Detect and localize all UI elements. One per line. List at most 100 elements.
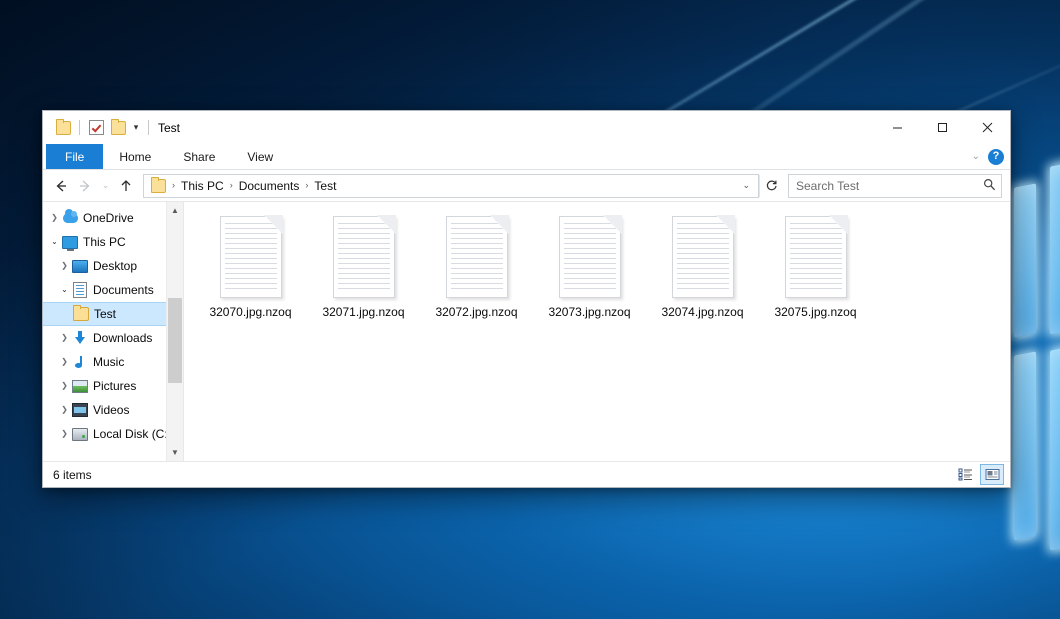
help-icon[interactable]: ? (988, 149, 1004, 165)
documents-icon (72, 282, 88, 298)
videos-icon (72, 402, 88, 418)
expand-ribbon-chevron-down-icon[interactable]: ⌄ (972, 151, 980, 162)
item-count-label: 6 items (53, 468, 92, 482)
up-button[interactable] (114, 174, 138, 198)
file-list-pane[interactable]: 32070.jpg.nzoq 32071.jpg.nzoq (184, 202, 1010, 461)
close-button[interactable] (965, 111, 1010, 144)
sidebar-item-label: Local Disk (C:) (93, 427, 172, 441)
tab-home[interactable]: Home (103, 144, 167, 169)
file-name-label: 32072.jpg.nzoq (435, 305, 517, 319)
explorer-body: ❯ OneDrive ⌄ This PC ❯ Desktop (43, 201, 1010, 461)
chevron-right-icon[interactable]: ❯ (57, 262, 72, 270)
properties-icon[interactable] (85, 117, 107, 139)
generic-document-icon (446, 216, 508, 298)
new-folder-icon[interactable] (107, 117, 129, 139)
desktop-icon (72, 258, 88, 274)
sidebar-item-pictures[interactable]: ❯ Pictures (43, 374, 183, 398)
chevron-right-icon[interactable]: ❯ (57, 430, 72, 438)
chevron-right-icon[interactable]: ❯ (57, 406, 72, 414)
sidebar-item-documents[interactable]: ⌄ Documents (43, 278, 183, 302)
sidebar-item-local-disk[interactable]: ❯ Local Disk (C:) (43, 422, 183, 446)
ribbon-right-controls: ⌄ ? (972, 144, 1004, 169)
details-view-button[interactable] (953, 464, 977, 485)
file-item[interactable]: 32070.jpg.nzoq (194, 214, 307, 319)
window-title: Test (158, 121, 180, 135)
generic-document-icon (785, 216, 847, 298)
breadcrumb-separator: › (302, 181, 311, 190)
sidebar-item-desktop[interactable]: ❯ Desktop (43, 254, 183, 278)
chevron-right-icon[interactable]: ❯ (47, 214, 62, 222)
breadcrumb-this-pc[interactable]: This PC (178, 179, 227, 193)
window-controls (875, 111, 1010, 144)
file-name-label: 32073.jpg.nzoq (548, 305, 630, 319)
tab-file[interactable]: File (46, 144, 103, 169)
file-item[interactable]: 32074.jpg.nzoq (646, 214, 759, 319)
file-name-label: 32071.jpg.nzoq (322, 305, 404, 319)
refresh-button[interactable] (759, 175, 782, 197)
back-button[interactable] (49, 174, 73, 198)
file-item[interactable]: 32072.jpg.nzoq (420, 214, 533, 319)
file-grid: 32070.jpg.nzoq 32071.jpg.nzoq (194, 214, 1010, 319)
sidebar-item-label: Pictures (93, 379, 136, 393)
file-item[interactable]: 32075.jpg.nzoq (759, 214, 872, 319)
sidebar-item-downloads[interactable]: ❯ Downloads (43, 326, 183, 350)
maximize-button[interactable] (920, 111, 965, 144)
folder-tree: ❯ OneDrive ⌄ This PC ❯ Desktop (43, 202, 183, 446)
search-box[interactable]: Search Test (788, 174, 1002, 198)
sidebar-scrollbar[interactable]: ▲ ▼ (166, 202, 183, 461)
search-input[interactable]: Search Test (796, 179, 983, 193)
chevron-down-icon[interactable]: ⌄ (47, 238, 62, 246)
large-icons-view-button[interactable] (980, 464, 1004, 485)
scroll-up-arrow-icon[interactable]: ▲ (167, 202, 183, 219)
minimize-button[interactable] (875, 111, 920, 144)
address-bar[interactable]: › This PC › Documents › Test ⌄ (143, 174, 759, 198)
sidebar-item-onedrive[interactable]: ❯ OneDrive (43, 206, 183, 230)
chevron-right-icon[interactable]: ❯ (57, 358, 72, 366)
recent-locations-chevron-down-icon[interactable]: ⌄ (97, 174, 114, 198)
sidebar-item-label: Videos (93, 403, 129, 417)
generic-document-icon (672, 216, 734, 298)
file-name-label: 32074.jpg.nzoq (661, 305, 743, 319)
breadcrumb-folder-icon (148, 179, 169, 193)
scrollbar-thumb[interactable] (168, 298, 182, 384)
sidebar-item-music[interactable]: ❯ Music (43, 350, 183, 374)
status-bar: 6 items (43, 461, 1010, 487)
tab-view[interactable]: View (231, 144, 289, 169)
breadcrumb-test[interactable]: Test (311, 179, 339, 193)
scrollbar-track[interactable] (167, 219, 183, 444)
disk-icon (72, 426, 88, 442)
sidebar-item-label: Desktop (93, 259, 137, 273)
breadcrumb-separator: › (169, 181, 178, 190)
quick-access-toolbar: ▾ Test (43, 117, 180, 139)
generic-document-icon (559, 216, 621, 298)
chevron-down-icon[interactable]: ⌄ (57, 286, 72, 294)
generic-document-icon (220, 216, 282, 298)
chevron-right-icon[interactable]: ❯ (57, 334, 72, 342)
pictures-icon (72, 378, 88, 394)
navigation-pane: ❯ OneDrive ⌄ This PC ❯ Desktop (43, 202, 184, 461)
file-item[interactable]: 32073.jpg.nzoq (533, 214, 646, 319)
customize-quick-access-chevron-icon[interactable]: ▾ (129, 123, 143, 132)
breadcrumb-documents[interactable]: Documents (236, 179, 303, 193)
chevron-right-icon[interactable]: ❯ (57, 382, 72, 390)
ribbon-tab-bar: File Home Share View ⌄ ? (43, 144, 1010, 170)
scroll-down-arrow-icon[interactable]: ▼ (167, 444, 183, 461)
file-explorer-window: ▾ Test File Home Share View (42, 110, 1011, 488)
sidebar-item-label: Downloads (93, 331, 152, 345)
sidebar-item-test[interactable]: Test (43, 302, 183, 326)
monitor-icon (62, 234, 78, 250)
breadcrumb-separator: › (227, 181, 236, 190)
sidebar-item-this-pc[interactable]: ⌄ This PC (43, 230, 183, 254)
forward-button[interactable] (73, 174, 97, 198)
generic-document-icon (333, 216, 395, 298)
address-dropdown-chevron-down-icon[interactable]: ⌄ (736, 180, 756, 191)
folder-icon[interactable] (52, 117, 74, 139)
file-item[interactable]: 32071.jpg.nzoq (307, 214, 420, 319)
sidebar-item-videos[interactable]: ❯ Videos (43, 398, 183, 422)
file-name-label: 32075.jpg.nzoq (774, 305, 856, 319)
address-bar-row: ⌄ › This PC › Documents › Test ⌄ (43, 170, 1010, 201)
music-icon (72, 354, 88, 370)
search-icon[interactable] (983, 178, 996, 194)
tab-share[interactable]: Share (167, 144, 231, 169)
toolbar-divider (79, 120, 80, 135)
